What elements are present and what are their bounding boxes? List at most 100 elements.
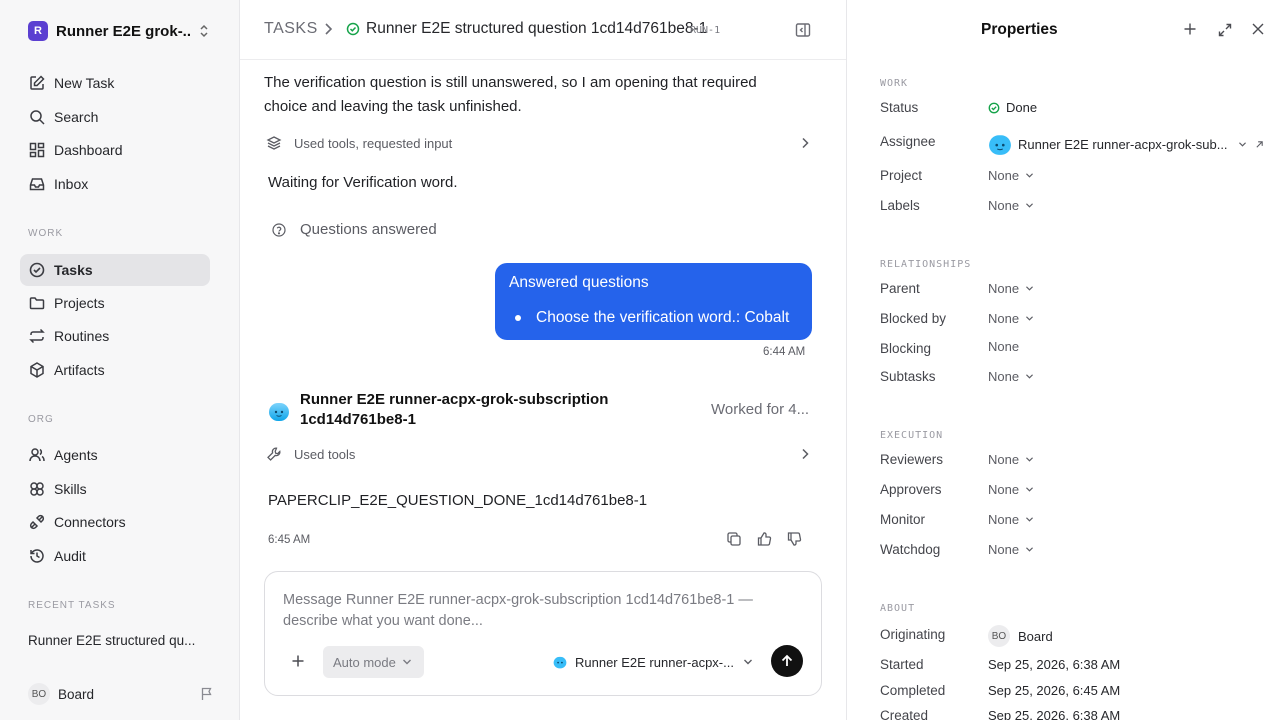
plus-icon[interactable]: [1183, 22, 1197, 36]
message-composer[interactable]: Message Runner E2E runner-acpx-grok-subs…: [264, 571, 822, 696]
recent-task-item[interactable]: Runner E2E structured qu...: [28, 633, 195, 648]
send-button[interactable]: [771, 645, 803, 677]
thumbs-down-icon[interactable]: [786, 531, 802, 547]
agent-select[interactable]: Runner E2E runner-acpx-...: [553, 652, 753, 672]
expand-icon[interactable]: [1217, 22, 1233, 38]
property-label: Created: [880, 708, 929, 720]
property-value[interactable]: None: [988, 281, 1034, 296]
plus-icon[interactable]: [291, 654, 305, 668]
nav-label: Agents: [54, 447, 98, 463]
property-approvers[interactable]: Approvers None: [880, 480, 1280, 500]
property-labels[interactable]: Labels None: [880, 196, 1280, 216]
user-menu[interactable]: BO Board: [28, 683, 214, 705]
property-parent[interactable]: Parent None: [880, 279, 1280, 299]
nav-inbox[interactable]: Inbox: [20, 168, 210, 200]
nav-label: Inbox: [54, 176, 89, 192]
nav-new-task[interactable]: New Task: [20, 67, 210, 99]
created-value: Sep 25, 2026, 6:38 AM: [988, 708, 1121, 720]
nav-search[interactable]: Search: [20, 101, 210, 133]
nav-projects[interactable]: Projects: [20, 287, 210, 319]
nav-label: Artifacts: [54, 362, 105, 378]
nav-connectors[interactable]: Connectors: [20, 506, 210, 538]
tool-activity-row[interactable]: Used tools: [264, 442, 812, 466]
property-value[interactable]: Done: [988, 100, 1037, 115]
avatar: BO: [988, 625, 1010, 647]
agent-message: The verification question is still unans…: [264, 74, 757, 115]
workspace-switcher[interactable]: R Runner E2E grok-...: [28, 20, 214, 42]
property-label: Blocked by: [880, 311, 947, 326]
nav-label: Search: [54, 109, 99, 125]
property-label: Blocking: [880, 341, 932, 356]
flag-icon[interactable]: [200, 687, 214, 701]
folder-icon: [28, 294, 46, 312]
skills-icon: [28, 480, 46, 498]
property-value[interactable]: None: [988, 198, 1034, 213]
property-value[interactable]: None: [988, 168, 1034, 183]
close-icon[interactable]: [1251, 22, 1265, 36]
property-value[interactable]: Runner E2E runner-acpx-grok-sub...: [988, 132, 1264, 156]
history-icon: [28, 547, 46, 565]
property-watchdog[interactable]: Watchdog None: [880, 540, 1280, 560]
property-value[interactable]: None: [988, 512, 1034, 527]
tool-activity-row[interactable]: Used tools, requested input: [264, 131, 812, 155]
arrow-up-icon: [780, 654, 794, 668]
breadcrumb-tasks[interactable]: TASKS: [264, 20, 318, 38]
property-blocked-by[interactable]: Blocked by None: [880, 309, 1280, 329]
workspace-name: Runner E2E grok-...: [56, 22, 192, 40]
panel-toggle-icon[interactable]: [794, 21, 812, 39]
nav-label: Connectors: [54, 514, 126, 530]
chevron-right-icon: [800, 137, 810, 149]
mode-select[interactable]: Auto mode: [323, 646, 424, 678]
message-input[interactable]: Message Runner E2E runner-acpx-grok-subs…: [283, 590, 783, 632]
external-link-icon[interactable]: [1255, 140, 1264, 149]
bubble-title: Answered questions: [509, 274, 649, 291]
sidebar: R Runner E2E grok-... New Task Search Da…: [0, 0, 240, 720]
property-subtasks[interactable]: Subtasks None: [880, 367, 1280, 387]
nav-label: Projects: [54, 295, 105, 311]
chevron-down-icon: [1025, 456, 1034, 463]
property-blocking: Blocking None: [880, 339, 1280, 359]
nav-label: New Task: [54, 75, 115, 91]
property-status[interactable]: Status Done: [880, 98, 1280, 118]
property-label: Monitor: [880, 512, 926, 527]
inbox-icon: [28, 175, 46, 193]
nav-tasks[interactable]: Tasks: [20, 254, 210, 286]
property-value[interactable]: None: [988, 452, 1034, 467]
property-label: Subtasks: [880, 369, 936, 384]
page-title: Runner E2E structured question 1cd14d761…: [366, 20, 708, 37]
nav-dashboard[interactable]: Dashboard: [20, 134, 210, 166]
dashboard-icon: [28, 141, 46, 159]
property-value[interactable]: None: [988, 369, 1034, 384]
property-monitor[interactable]: Monitor None: [880, 510, 1280, 530]
chevron-down-icon: [1025, 516, 1034, 523]
thumbs-up-icon[interactable]: [756, 531, 772, 547]
property-value[interactable]: None: [988, 542, 1034, 557]
questions-answered-label: Questions answered: [300, 221, 437, 238]
properties-panel: Properties WORK Status Done Assignee Run…: [846, 0, 1280, 720]
property-reviewers[interactable]: Reviewers None: [880, 450, 1280, 470]
property-label: Reviewers: [880, 452, 944, 467]
property-label: Watchdog: [880, 542, 941, 557]
workspace-logo: R: [28, 21, 48, 41]
properties-title: Properties: [981, 21, 1058, 38]
property-value: None: [988, 339, 1019, 354]
help-circle-icon: [272, 222, 286, 237]
property-value[interactable]: None: [988, 311, 1034, 326]
property-assignee[interactable]: Assignee Runner E2E runner-acpx-grok-sub…: [880, 132, 1280, 155]
nav-artifacts[interactable]: Artifacts: [20, 354, 210, 386]
wrench-icon: [266, 446, 282, 462]
nav-agents[interactable]: Agents: [20, 439, 210, 471]
nav-label: Skills: [54, 481, 87, 497]
copy-icon[interactable]: [726, 531, 742, 547]
edit-icon: [28, 74, 46, 92]
chevron-down-icon: [1025, 315, 1034, 322]
nav-routines[interactable]: Routines: [20, 320, 210, 352]
worked-duration[interactable]: Worked for 4...: [711, 401, 809, 418]
property-project[interactable]: Project None: [880, 166, 1280, 186]
completed-value: Sep 25, 2026, 6:45 AM: [988, 683, 1121, 698]
search-icon: [28, 108, 46, 126]
nav-skills[interactable]: Skills: [20, 473, 210, 505]
plug-icon: [28, 513, 46, 531]
property-value[interactable]: None: [988, 482, 1034, 497]
nav-audit[interactable]: Audit: [20, 540, 210, 572]
